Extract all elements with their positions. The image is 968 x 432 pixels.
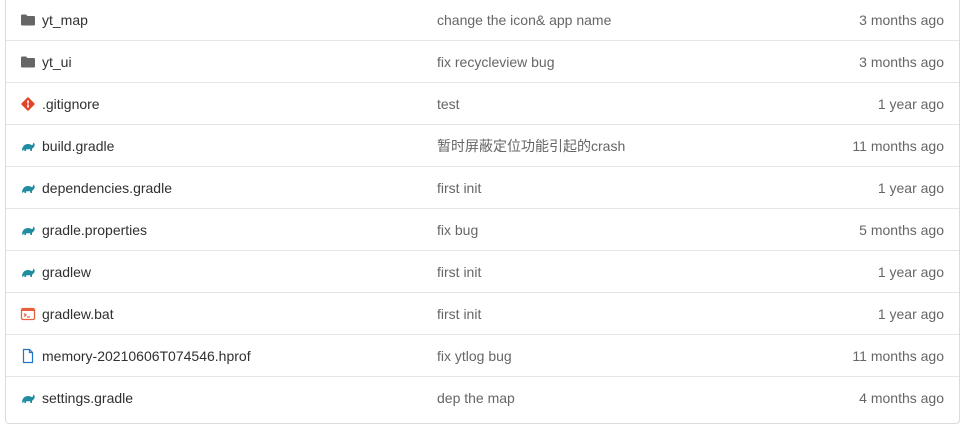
file-name-link[interactable]: dependencies.gradle: [42, 180, 172, 196]
gradle-icon: [20, 222, 36, 238]
folder-icon: [20, 12, 36, 28]
name-cell: settings.gradle: [20, 377, 133, 418]
gradle-icon: [20, 180, 36, 196]
file-name-link[interactable]: yt_map: [42, 12, 88, 28]
time-cell: 1 year ago: [878, 167, 944, 208]
commit-cell: fix ytlog bug: [437, 335, 512, 376]
table-row[interactable]: .gitignore test 1 year ago: [6, 83, 959, 125]
file-name-link[interactable]: gradlew.bat: [42, 306, 114, 322]
last-update-time: 11 months ago: [852, 137, 944, 154]
last-update-time: 1 year ago: [877, 179, 944, 196]
table-row[interactable]: yt_ui fix recycleview bug 3 months ago: [6, 41, 959, 83]
commit-message-link[interactable]: change the icon& app name: [437, 12, 611, 28]
name-cell: gradle.properties: [20, 209, 147, 250]
name-cell: memory-20210606T074546.hprof: [20, 335, 251, 376]
name-cell: dependencies.gradle: [20, 167, 172, 208]
file-name-link[interactable]: memory-20210606T074546.hprof: [42, 348, 251, 364]
gradle-icon: [20, 264, 36, 280]
commit-message-link[interactable]: first init: [437, 264, 481, 280]
last-update-time: 1 year ago: [877, 305, 944, 322]
name-cell: gradlew: [20, 251, 91, 292]
table-row[interactable]: gradlew first init 1 year ago: [6, 251, 959, 293]
table-row[interactable]: memory-20210606T074546.hprof fix ytlog b…: [6, 335, 959, 377]
table-row[interactable]: gradlew.bat first init 1 year ago: [6, 293, 959, 335]
file-name-link[interactable]: .gitignore: [42, 96, 100, 112]
time-cell: 4 months ago: [859, 377, 944, 418]
time-cell: 11 months ago: [852, 125, 944, 166]
name-cell: build.gradle: [20, 125, 114, 166]
commit-message-link[interactable]: fix recycleview bug: [437, 54, 555, 70]
commit-message-link[interactable]: first init: [437, 306, 481, 322]
time-cell: 1 year ago: [878, 293, 944, 334]
commit-message-link[interactable]: first init: [437, 180, 481, 196]
time-cell: 5 months ago: [859, 209, 944, 250]
name-cell: .gitignore: [20, 83, 100, 124]
file-name-link[interactable]: settings.gradle: [42, 390, 133, 406]
commit-cell: first init: [437, 167, 481, 208]
table-row[interactable]: yt_map change the icon& app name 3 month…: [6, 0, 959, 41]
last-update-time: 5 months ago: [859, 221, 944, 238]
last-update-time: 3 months ago: [859, 53, 944, 70]
name-cell: yt_map: [20, 0, 88, 40]
terminal-icon: [20, 306, 36, 322]
time-cell: 3 months ago: [859, 41, 944, 82]
last-update-time: 11 months ago: [852, 347, 944, 364]
last-update-time: 1 year ago: [877, 95, 944, 112]
file-icon: [20, 348, 36, 364]
name-cell: gradlew.bat: [20, 293, 114, 334]
table-row[interactable]: build.gradle 暂时屏蔽定位功能引起的crash 11 months …: [6, 125, 959, 167]
time-cell: 1 year ago: [878, 83, 944, 124]
commit-cell: test: [437, 83, 460, 124]
gradle-icon: [20, 390, 36, 406]
commit-cell: fix recycleview bug: [437, 41, 555, 82]
commit-message-link[interactable]: 暂时屏蔽定位功能引起的crash: [437, 136, 625, 156]
commit-message-link[interactable]: dep the map: [437, 390, 515, 406]
commit-cell: 暂时屏蔽定位功能引起的crash: [437, 125, 625, 166]
time-cell: 1 year ago: [878, 251, 944, 292]
file-tree-table: yt_map change the icon& app name 3 month…: [5, 0, 960, 424]
table-row[interactable]: dependencies.gradle first init 1 year ag…: [6, 167, 959, 209]
commit-cell: change the icon& app name: [437, 0, 611, 40]
file-name-link[interactable]: yt_ui: [42, 54, 72, 70]
commit-message-link[interactable]: fix bug: [437, 222, 478, 238]
commit-cell: fix bug: [437, 209, 478, 250]
commit-cell: first init: [437, 251, 481, 292]
folder-icon: [20, 54, 36, 70]
commit-message-link[interactable]: test: [437, 96, 460, 112]
time-cell: 3 months ago: [859, 0, 944, 40]
git-icon: [20, 96, 36, 112]
table-row[interactable]: gradle.properties fix bug 5 months ago: [6, 209, 959, 251]
file-name-link[interactable]: gradle.properties: [42, 222, 147, 238]
last-update-time: 1 year ago: [877, 263, 944, 280]
file-name-link[interactable]: build.gradle: [42, 138, 114, 154]
commit-message-link[interactable]: fix ytlog bug: [437, 348, 512, 364]
table-row[interactable]: settings.gradle dep the map 4 months ago: [6, 377, 959, 419]
last-update-time: 3 months ago: [859, 11, 944, 28]
gradle-icon: [20, 138, 36, 154]
file-name-link[interactable]: gradlew: [42, 264, 91, 280]
commit-cell: first init: [437, 293, 481, 334]
commit-cell: dep the map: [437, 377, 515, 418]
last-update-time: 4 months ago: [859, 389, 944, 406]
time-cell: 11 months ago: [852, 335, 944, 376]
name-cell: yt_ui: [20, 41, 72, 82]
